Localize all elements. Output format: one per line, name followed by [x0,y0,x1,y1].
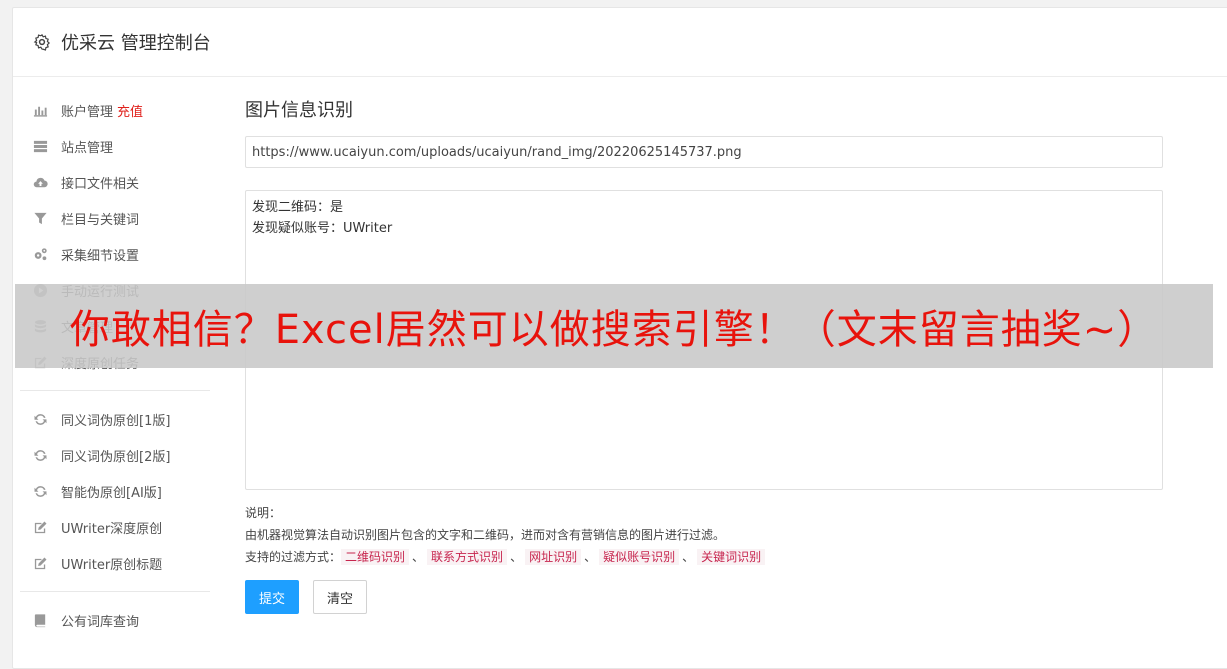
edit-icon [32,519,48,535]
tag-separator: 、 [584,550,597,564]
sidebar-item-label: 站点管理 [61,140,114,156]
refresh-icon [32,483,48,499]
sidebar-divider [20,591,210,592]
promo-banner: 你敢相信？Excel居然可以做搜索引擎！（文末留言抽奖~） [15,284,1213,368]
recharge-link[interactable]: 充值 [117,101,143,120]
gears-icon [32,246,48,262]
sidebar-item-group1-1[interactable]: 站点管理 [20,128,210,164]
filter-tag: 疑似账号识别 [599,549,680,565]
sidebar-item-group1-0[interactable]: 账户管理 充值 [20,92,210,128]
result-line: 发现二维码：是 [252,200,344,215]
clear-button[interactable]: 清空 [313,580,368,614]
sidebar-item-label: 公有词库查询 [61,614,140,630]
promo-text: 你敢相信？Excel居然可以做搜索引擎！（文末留言抽奖~） [69,307,1159,353]
filter-methods: 支持的过滤方式： 二维码识别、联系方式识别、网址识别、疑似账号识别、关键词识别 [245,546,1165,568]
sidebar-item-label: 同义词伪原创[1版] [61,413,171,429]
tag-separator: 、 [412,550,425,564]
filter-tag: 联系方式识别 [427,549,508,565]
filter-label: 支持的过滤方式： [245,550,342,564]
console-header: 优采云 管理控制台 [13,8,1227,77]
bar-chart-icon [32,102,48,118]
notes-desc: 由机器视觉算法自动识别图片包含的文字和二维码，进而对含有营销信息的图片进行过滤。 [245,528,726,542]
sidebar-item-uwriter[interactable]: UWriter深度原创 [20,509,210,545]
notes-label: 说明： [245,506,282,520]
sidebar-item-label: 账户管理 [61,104,114,120]
sidebar-item-label: UWriter原创标题 [61,557,163,573]
refresh-icon [32,411,48,427]
filter-tag: 二维码识别 [341,549,410,565]
section-title: 图片信息识别 [245,100,353,121]
server-icon [32,138,48,154]
image-url-input[interactable]: https://www.ucaiyun.com/uploads/ucaiyun/… [245,136,1163,168]
sidebar-item-2[interactable]: 同义词伪原创[2版] [20,437,210,473]
sidebar-item-label: UWriter深度原创 [61,521,163,537]
sidebar-divider [20,390,210,391]
submit-button[interactable]: 提交 [245,580,300,614]
sidebar-item-label: 同义词伪原创[2版] [61,449,171,465]
sidebar-item-label: 栏目与关键词 [61,212,140,228]
sidebar-item-group1-3[interactable]: 栏目与关键词 [20,200,210,236]
result-line: 发现疑似账号：UWriter [252,221,393,236]
refresh-icon [32,447,48,463]
edit-icon [32,555,48,571]
sidebar-item-label: 智能伪原创[AI版] [61,485,162,501]
filter-tag: 网址识别 [525,549,582,565]
tag-separator: 、 [510,550,523,564]
book-icon [32,612,48,628]
filter-icon [32,210,48,226]
sidebar-item-group1-4[interactable]: 采集细节设置 [20,236,210,272]
page-title: 优采云 管理控制台 [61,33,211,54]
sidebar-item-group3-0[interactable]: 公有词库查询 [20,602,210,638]
sidebar-item-1[interactable]: 同义词伪原创[1版] [20,401,210,437]
filter-tag: 关键词识别 [697,549,766,565]
sidebar-item-group1-2[interactable]: 接口文件相关 [20,164,210,200]
gear-icon [33,33,51,51]
sidebar-item-label: 接口文件相关 [61,176,140,192]
sidebar-item-label: 采集细节设置 [61,248,140,264]
tag-separator: 、 [682,550,695,564]
sidebar-item-uwriter[interactable]: UWriter原创标题 [20,545,210,581]
sidebar-item-ai[interactable]: 智能伪原创[AI版] [20,473,210,509]
cloud-upload-icon [32,174,48,190]
notes: 说明： 由机器视觉算法自动识别图片包含的文字和二维码，进而对含有营销信息的图片进… [245,502,1165,568]
